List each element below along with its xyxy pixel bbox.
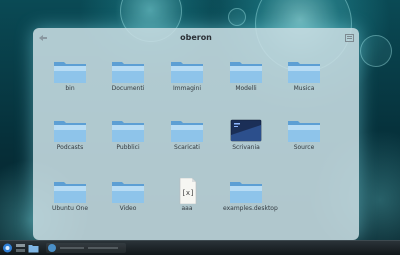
file-item-label: Ubuntu One xyxy=(51,205,89,212)
file-item[interactable]: Video xyxy=(105,178,151,212)
widget-titlebar[interactable]: oberon xyxy=(33,28,359,48)
file-item[interactable]: Scaricati xyxy=(164,117,210,151)
file-item-label: Podcasts xyxy=(56,144,84,151)
folder-icon xyxy=(112,182,144,203)
folder-icon xyxy=(288,62,320,83)
folder-icon xyxy=(230,62,262,83)
activity-icon[interactable] xyxy=(15,243,26,253)
folder-icon xyxy=(171,62,203,83)
folder-icon xyxy=(54,62,86,83)
desktop-folder-icon xyxy=(230,119,262,142)
file-item-label: Documenti xyxy=(111,85,145,92)
folder-icon xyxy=(112,62,144,83)
file-item-label: Source xyxy=(293,144,315,151)
file-item[interactable]: Pubblici xyxy=(105,117,151,151)
file-item[interactable]: Ubuntu One xyxy=(47,178,93,212)
taskbar xyxy=(0,240,400,255)
folder-icon xyxy=(54,121,86,142)
file-item[interactable]: Documenti xyxy=(105,58,151,92)
file-item-label: Pubblici xyxy=(116,144,140,151)
folder-icon xyxy=(288,121,320,142)
file-item-label: Scaricati xyxy=(174,144,200,151)
file-glyph: [x] xyxy=(182,189,195,197)
file-item-label: examples.desktop xyxy=(223,205,278,212)
folder-icon xyxy=(230,182,262,203)
file-item-label: Modelli xyxy=(235,85,257,92)
file-item[interactable]: bin xyxy=(47,58,93,92)
folder-icon xyxy=(54,182,86,203)
file-item-label: Immagini xyxy=(172,85,202,92)
file-item[interactable]: Source xyxy=(281,117,327,151)
file-item[interactable]: Modelli xyxy=(223,58,269,92)
latex-file-icon: [x] xyxy=(179,178,197,204)
folder-view-icon[interactable] xyxy=(28,243,39,253)
file-item-label: bin xyxy=(65,85,75,92)
folder-icon xyxy=(112,121,144,142)
file-item-label: Scrivania xyxy=(232,144,260,151)
file-item[interactable]: Immagini xyxy=(164,58,210,92)
folder-view-widget[interactable]: oberon bin Documenti Immagini Modelli Mu… xyxy=(33,28,359,240)
folder-icon xyxy=(171,121,203,142)
file-item[interactable]: examples.desktop xyxy=(223,178,278,212)
file-item[interactable]: [x] aaa xyxy=(164,178,210,212)
wallpaper-bubble xyxy=(360,35,392,67)
file-item-label: Video xyxy=(119,205,137,212)
task-entry[interactable] xyxy=(46,243,126,253)
wallpaper-bubble xyxy=(228,8,246,26)
configure-icon[interactable] xyxy=(345,34,354,42)
app-icon xyxy=(48,244,56,252)
file-item[interactable]: Scrivania xyxy=(223,117,269,151)
file-item[interactable]: Musica xyxy=(281,58,327,92)
file-item-label: aaa xyxy=(181,205,193,212)
file-item[interactable]: Podcasts xyxy=(47,117,93,151)
kde-menu-icon[interactable] xyxy=(2,243,13,253)
window-title: oberon xyxy=(180,33,212,42)
file-item-label: Musica xyxy=(293,85,315,92)
